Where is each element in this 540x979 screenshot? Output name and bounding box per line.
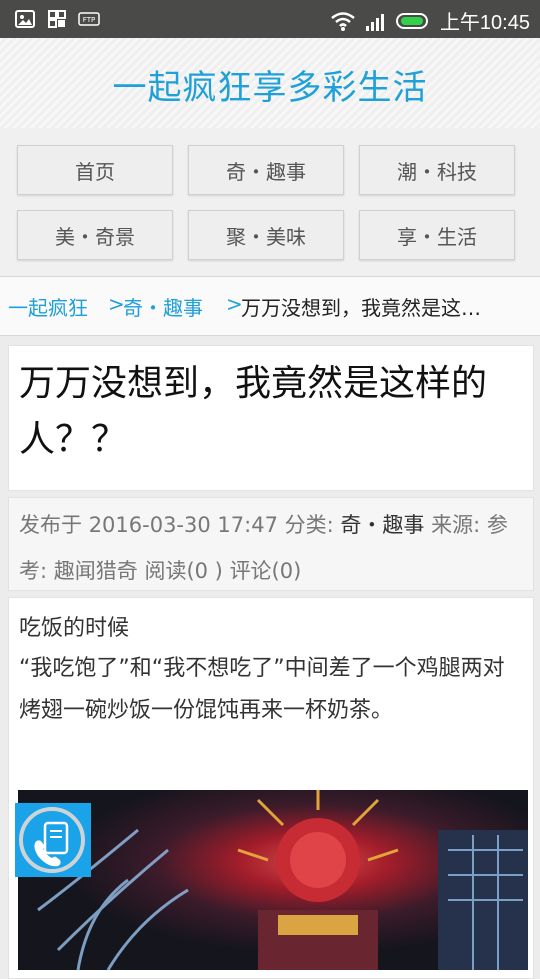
content-paragraph: 吃饭的时候	[19, 616, 130, 641]
phone-call-icon	[34, 821, 69, 867]
floating-call-button[interactable]	[15, 803, 91, 877]
source-prefix: 来源:	[431, 513, 481, 537]
svg-text:FTP: FTP	[83, 16, 95, 24]
nav-tech-button[interactable]: 潮・科技	[359, 145, 515, 195]
status-bar: FTP 上午10:45	[0, 0, 540, 38]
image-icon	[15, 10, 35, 28]
breadcrumb-category-link[interactable]: 奇・趣事	[123, 292, 203, 321]
post-title: 万万没想到，我竟然是这样的人？？	[19, 363, 488, 460]
published-prefix: 发布于	[19, 513, 82, 537]
nav-food-button[interactable]: 聚・美味	[188, 210, 344, 260]
breadcrumb: 一起疯狂 > 奇・趣事 > 万万没想到，我竟然是这…	[0, 277, 540, 336]
site-title[interactable]: 一起疯狂享多彩生活	[0, 60, 540, 109]
published-date: 2016-03-30 17:47	[88, 513, 278, 537]
post-image-art	[37, 790, 528, 970]
ftp-icon: FTP	[78, 12, 100, 26]
nav-life-button[interactable]: 享・生活	[359, 210, 515, 260]
comment-count[interactable]: 评论(0)	[230, 559, 302, 583]
nav-fun-button[interactable]: 奇・趣事	[188, 145, 344, 195]
content-paragraph: “我吃饱了”和“我不想吃了”中间差了一个鸡腿两对烤翅一碗炒饭一份馄饨再来一杯奶茶…	[19, 656, 505, 723]
site-header: 一起疯狂享多彩生活	[0, 38, 540, 129]
category-nav: 首页 奇・趣事 潮・科技 美・奇景 聚・美味 享・生活	[0, 128, 540, 277]
post-title-card: 万万没想到，我竟然是这样的人？？	[8, 345, 534, 491]
nav-scenery-button[interactable]: 美・奇景	[17, 210, 173, 260]
nav-home-button[interactable]: 首页	[17, 145, 173, 195]
breadcrumb-home-link[interactable]: 一起疯狂	[8, 292, 88, 321]
post-meta-card: 发布于 2016-03-30 17:47 分类: 奇・趣事 来源: 参考: 趣闻…	[8, 497, 534, 591]
read-count: 阅读(0 )	[144, 559, 223, 583]
battery-icon	[395, 12, 428, 29]
source-name: 趣闻猎奇	[53, 559, 138, 583]
grid-icon	[48, 10, 66, 28]
category-prefix: 分类:	[284, 513, 334, 537]
status-time: 上午10:45	[439, 12, 530, 34]
signal-icon	[365, 13, 384, 31]
post-image	[18, 790, 528, 970]
wifi-icon	[331, 11, 355, 31]
breadcrumb-current: 万万没想到，我竟然是这…	[241, 296, 481, 320]
post-meta: 发布于 2016-03-30 17:47 分类: 奇・趣事 来源: 参考: 趣闻…	[19, 502, 527, 594]
post-category-link[interactable]: 奇・趣事	[340, 513, 424, 537]
